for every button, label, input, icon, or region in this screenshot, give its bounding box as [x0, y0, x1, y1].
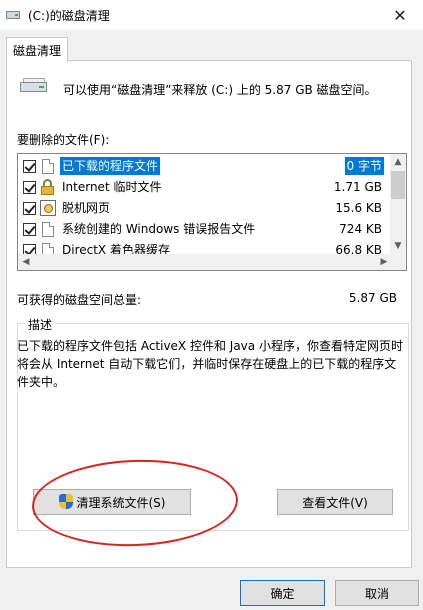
description-legend: 描述 — [25, 316, 56, 333]
scroll-left-icon[interactable]: ◀ — [18, 254, 34, 270]
lock-icon — [40, 179, 56, 195]
total-space-value: 5.87 GB — [348, 291, 397, 305]
item-size: 1.71 GB — [333, 180, 382, 194]
item-name: 脱机网页 — [62, 201, 111, 215]
intro-text: 可以使用“磁盘清理”来释放 (C:) 上的 5.87 GB 磁盘空间。 — [63, 83, 377, 97]
drive-icon — [19, 73, 49, 103]
scroll-thumb[interactable] — [391, 171, 405, 199]
list-item[interactable]: 已下载的程序文件 0 字节 — [18, 156, 392, 176]
item-size: 0 字节 — [344, 157, 384, 175]
tab-disk-cleanup[interactable]: 磁盘清理 — [6, 37, 68, 62]
list-item[interactable]: 脱机网页 15.6 KB — [18, 198, 392, 218]
description-text: 已下载的程序文件包括 ActiveX 控件和 Java 小程序，你查看特定网页时… — [17, 339, 403, 389]
checkbox[interactable] — [23, 222, 36, 236]
list-item[interactable]: 系统创建的 Windows 错误报告文件 724 KB — [18, 219, 392, 239]
checkbox[interactable] — [23, 201, 36, 215]
item-name: 系统创建的 Windows 错误报告文件 — [62, 222, 256, 236]
scroll-up-icon[interactable]: ▲ — [390, 154, 406, 170]
item-size: 724 KB — [339, 222, 382, 236]
view-files-button[interactable]: 查看文件(V) — [277, 489, 393, 515]
scroll-down-icon[interactable]: ▼ — [390, 238, 406, 254]
list-item[interactable]: Internet 临时文件 1.71 GB — [18, 177, 392, 197]
folder-doc-icon — [42, 158, 54, 174]
ok-button[interactable]: 确定 — [240, 580, 325, 606]
cancel-button[interactable]: 取消 — [335, 580, 419, 606]
web-page-icon — [40, 200, 56, 216]
item-name: 已下载的程序文件 — [60, 157, 161, 175]
item-name: Internet 临时文件 — [62, 180, 162, 194]
file-list[interactable]: 已下载的程序文件 0 字节 Internet 临时文件 1.71 GB 脱机网页… — [17, 153, 407, 271]
scroll-corner — [390, 254, 406, 270]
window-title: (C:)的磁盘清理 — [28, 8, 110, 23]
item-size: 15.6 KB — [335, 201, 382, 215]
files-to-delete-label: 要删除的文件(F): — [17, 133, 110, 147]
checkbox[interactable] — [23, 159, 36, 173]
vertical-scrollbar[interactable]: ▲ ▼ — [390, 154, 406, 254]
total-space-label: 可获得的磁盘空间总量: — [17, 293, 142, 307]
checkbox[interactable] — [23, 180, 36, 194]
title-bar: (C:)的磁盘清理 ✕ — [0, 0, 423, 30]
disk-cleanup-icon — [6, 9, 22, 21]
horizontal-scrollbar[interactable]: ◀ ▶ — [18, 254, 392, 270]
document-icon — [42, 221, 54, 237]
tab-strip: 磁盘清理 — [0, 30, 423, 62]
close-button[interactable]: ✕ — [377, 0, 423, 30]
